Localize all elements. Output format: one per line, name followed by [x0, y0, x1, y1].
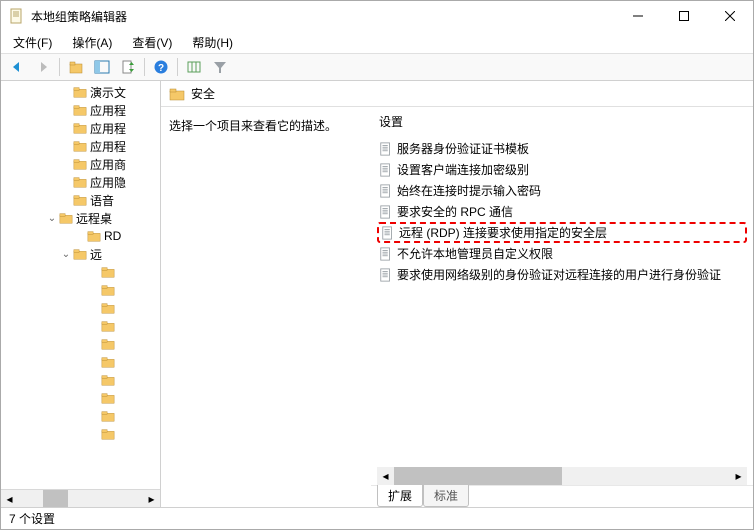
tree-item[interactable] — [1, 281, 160, 299]
back-button[interactable] — [5, 56, 29, 78]
tree-item[interactable] — [1, 371, 160, 389]
tree-item-label: 应用商 — [90, 156, 126, 173]
policy-icon — [379, 142, 393, 156]
filter-button[interactable] — [208, 56, 232, 78]
scroll-left-icon[interactable]: ◂ — [377, 467, 394, 485]
column-header-setting[interactable]: 设置 — [371, 107, 753, 138]
tree-item[interactable] — [1, 299, 160, 317]
setting-label: 远程 (RDP) 连接要求使用指定的安全层 — [399, 224, 607, 241]
title-bar: 本地组策略编辑器 — [1, 1, 753, 31]
menu-bar: 文件(F) 操作(A) 查看(V) 帮助(H) — [1, 31, 753, 53]
tree-item[interactable] — [1, 407, 160, 425]
navigation-tree[interactable]: 演示文应用程应用程应用程应用商应用隐语音⌄远程桌RD⌄远 ◂ ▸ — [1, 81, 161, 507]
list-horizontal-scrollbar[interactable]: ◂ ▸ — [377, 467, 747, 485]
scroll-right-icon[interactable]: ▸ — [143, 490, 160, 507]
description-pane: 选择一个项目来查看它的描述。 — [161, 107, 371, 507]
setting-label: 服务器身份验证证书模板 — [397, 140, 529, 157]
view-tabs: 扩展 标准 — [371, 485, 753, 507]
filter-options-button[interactable] — [182, 56, 206, 78]
policy-icon — [379, 268, 393, 282]
policy-icon — [379, 163, 393, 177]
tree-item[interactable] — [1, 335, 160, 353]
setting-item[interactable]: 要求使用网络级别的身份验证对远程连接的用户进行身份验证 — [377, 264, 747, 285]
tree-item[interactable]: 应用程 — [1, 137, 160, 155]
minimize-button[interactable] — [615, 1, 661, 31]
tree-item[interactable]: 应用程 — [1, 119, 160, 137]
chevron-down-icon[interactable]: ⌄ — [45, 213, 59, 224]
setting-item[interactable]: 始终在连接时提示输入密码 — [377, 180, 747, 201]
scroll-right-icon[interactable]: ▸ — [730, 467, 747, 485]
menu-view[interactable]: 查看(V) — [124, 32, 180, 53]
setting-label: 要求使用网络级别的身份验证对远程连接的用户进行身份验证 — [397, 266, 721, 283]
tab-extended[interactable]: 扩展 — [377, 485, 423, 507]
tree-item-label: 远程桌 — [76, 210, 112, 227]
setting-item[interactable]: 设置客户端连接加密级别 — [377, 159, 747, 180]
menu-file[interactable]: 文件(F) — [5, 32, 60, 53]
settings-list: 服务器身份验证证书模板设置客户端连接加密级别始终在连接时提示输入密码要求安全的 … — [371, 138, 753, 467]
tree-item[interactable]: 语音 — [1, 191, 160, 209]
content-title: 安全 — [191, 85, 215, 102]
tree-item-label: 应用程 — [90, 138, 126, 155]
up-button[interactable] — [64, 56, 88, 78]
tree-item-label: 远 — [90, 246, 102, 263]
tree-item[interactable]: 应用程 — [1, 101, 160, 119]
tree-item[interactable]: ⌄远 — [1, 245, 160, 263]
setting-item[interactable]: 要求安全的 RPC 通信 — [377, 201, 747, 222]
maximize-button[interactable] — [661, 1, 707, 31]
tree-item[interactable] — [1, 389, 160, 407]
policy-icon — [379, 247, 393, 261]
tree-item-label: 应用程 — [90, 120, 126, 137]
setting-label: 不允许本地管理员自定义权限 — [397, 245, 553, 262]
window-title: 本地组策略编辑器 — [31, 8, 615, 25]
tree-item[interactable]: 应用商 — [1, 155, 160, 173]
tree-item[interactable] — [1, 263, 160, 281]
setting-label: 要求安全的 RPC 通信 — [397, 203, 513, 220]
tree-item[interactable]: 演示文 — [1, 83, 160, 101]
app-icon — [9, 8, 25, 24]
close-button[interactable] — [707, 1, 753, 31]
show-hide-tree-button[interactable] — [90, 56, 114, 78]
tree-item[interactable] — [1, 317, 160, 335]
menu-action[interactable]: 操作(A) — [64, 32, 120, 53]
tree-item[interactable]: RD — [1, 227, 160, 245]
content-header: 安全 — [161, 81, 753, 107]
chevron-down-icon[interactable]: ⌄ — [59, 249, 73, 260]
tree-item-label: 应用程 — [90, 102, 126, 119]
setting-label: 始终在连接时提示输入密码 — [397, 182, 541, 199]
scroll-left-icon[interactable]: ◂ — [1, 490, 18, 507]
svg-text:?: ? — [158, 63, 164, 74]
policy-icon — [381, 226, 395, 240]
setting-item[interactable]: 远程 (RDP) 连接要求使用指定的安全层 — [377, 222, 747, 243]
tree-item[interactable] — [1, 353, 160, 371]
tree-item[interactable]: ⌄ 远程桌 — [1, 209, 160, 227]
setting-item[interactable]: 不允许本地管理员自定义权限 — [377, 243, 747, 264]
folder-icon — [169, 86, 185, 102]
tree-horizontal-scrollbar[interactable]: ◂ ▸ — [1, 489, 160, 507]
policy-icon — [379, 205, 393, 219]
tree-item-label: 演示文 — [90, 84, 126, 101]
export-button[interactable] — [116, 56, 140, 78]
toolbar: ? — [1, 53, 753, 81]
description-text: 选择一个项目来查看它的描述。 — [169, 119, 337, 133]
tree-item-label: 应用隐 — [90, 174, 126, 191]
menu-help[interactable]: 帮助(H) — [184, 32, 241, 53]
tree-item-label: 语音 — [90, 192, 114, 209]
tab-standard[interactable]: 标准 — [423, 485, 469, 507]
status-text: 7 个设置 — [9, 510, 55, 527]
policy-icon — [379, 184, 393, 198]
help-button[interactable]: ? — [149, 56, 173, 78]
tree-item[interactable] — [1, 425, 160, 443]
setting-label: 设置客户端连接加密级别 — [397, 161, 529, 178]
setting-item[interactable]: 服务器身份验证证书模板 — [377, 138, 747, 159]
tree-item-label: RD — [104, 229, 121, 243]
forward-button[interactable] — [31, 56, 55, 78]
tree-item[interactable]: 应用隐 — [1, 173, 160, 191]
status-bar: 7 个设置 — [1, 507, 753, 529]
